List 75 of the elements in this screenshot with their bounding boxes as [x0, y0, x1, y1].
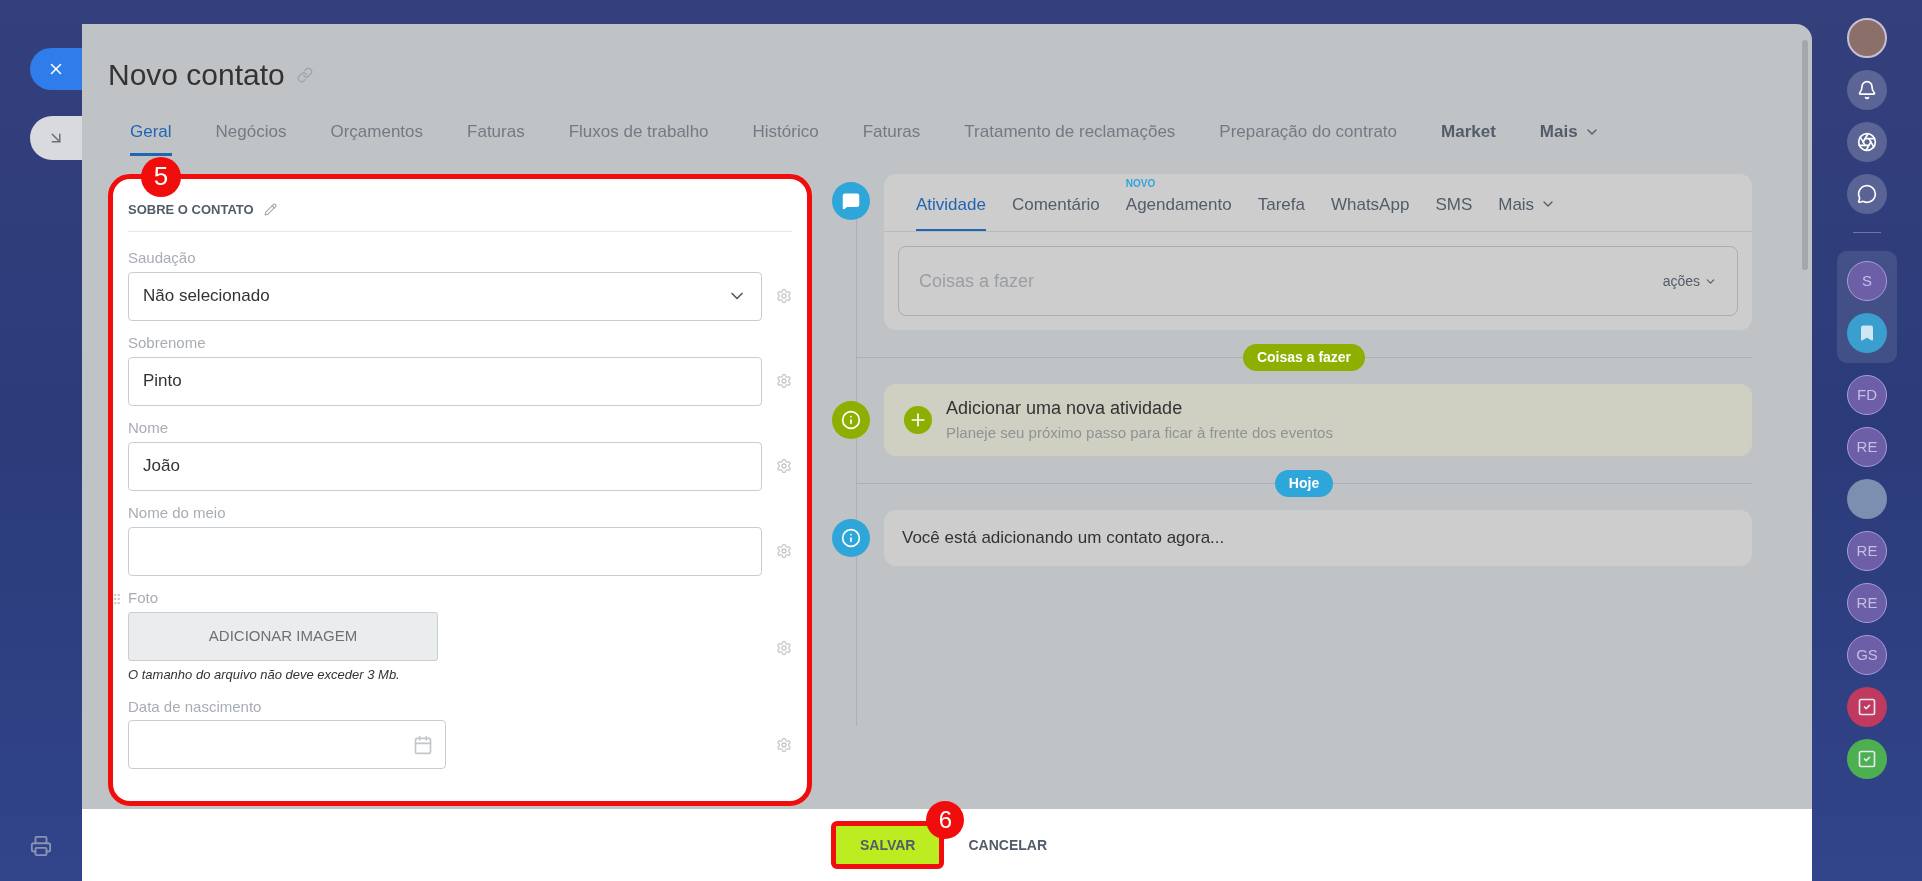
- contact-avatar[interactable]: RE: [1847, 531, 1887, 571]
- date-field[interactable]: [128, 720, 446, 769]
- tab[interactable]: Preparação do contrato: [1219, 119, 1398, 156]
- checkbox-icon: [1857, 749, 1877, 769]
- tab[interactable]: Faturas: [862, 119, 921, 156]
- section-title: SOBRE O CONTATO: [128, 200, 254, 219]
- tab[interactable]: Mais: [1539, 119, 1600, 156]
- activity-tab[interactable]: Atividade: [916, 191, 986, 231]
- chat-button[interactable]: [1847, 174, 1887, 214]
- input-field[interactable]: [128, 526, 762, 576]
- input-field[interactable]: Pinto: [128, 356, 762, 406]
- tab[interactable]: Histórico: [752, 119, 819, 156]
- contact-avatar[interactable]: [1847, 479, 1887, 519]
- activity-tab[interactable]: WhatsApp: [1330, 191, 1410, 231]
- chat-icon: [1857, 184, 1877, 204]
- new-label: NOVO: [1125, 176, 1156, 191]
- contact-avatar[interactable]: GS: [1847, 635, 1887, 675]
- comment-icon: [832, 181, 870, 220]
- bookmark-icon: [1858, 324, 1876, 342]
- settings-icon[interactable]: [776, 288, 792, 304]
- field-label: Saudação: [128, 248, 196, 269]
- tab[interactable]: Negócios: [215, 119, 287, 156]
- close-button[interactable]: [30, 48, 82, 90]
- assistant-button[interactable]: [1847, 122, 1887, 162]
- input-field[interactable]: João: [128, 441, 762, 491]
- field-label: Sobrenome: [128, 333, 206, 354]
- contact-avatar[interactable]: RE: [1847, 427, 1887, 467]
- activity-tab[interactable]: Tarefa: [1257, 191, 1305, 231]
- tab[interactable]: Faturas: [467, 119, 525, 156]
- bell-icon: [1857, 80, 1877, 100]
- select-field[interactable]: Não selecionado: [128, 271, 762, 321]
- settings-icon[interactable]: [776, 543, 792, 559]
- notifications-button[interactable]: [1847, 70, 1887, 110]
- swirl-icon: [1857, 132, 1877, 152]
- add-activity-card[interactable]: Adicionar uma nova atividade Planeje seu próximo passo para ficar à frente dos eventos: [884, 384, 1752, 456]
- tab[interactable]: Fluxos de trabalho: [568, 119, 709, 156]
- field-label: Nome do meio: [128, 503, 226, 524]
- checkbox-icon: [1857, 697, 1877, 717]
- settings-icon[interactable]: [776, 373, 792, 389]
- add-image-button[interactable]: ADICIONAR IMAGEM: [128, 611, 438, 661]
- contact-avatar[interactable]: S: [1847, 261, 1887, 301]
- minimize-button[interactable]: [30, 116, 82, 160]
- contact-avatar[interactable]: RE: [1847, 583, 1887, 623]
- timeline-label: Hoje: [1274, 469, 1334, 497]
- tab[interactable]: Market: [1441, 119, 1496, 156]
- card-subtitle: Planeje seu próximo passo para ficar à frente dos eventos: [946, 423, 1333, 444]
- settings-icon[interactable]: [776, 639, 792, 656]
- activity-tab[interactable]: Comentário: [1011, 191, 1100, 231]
- card-title: Adicionar uma nova atividade: [946, 397, 1184, 421]
- settings-icon[interactable]: [776, 458, 792, 474]
- file-size-hint: O tamanho do arquivo não deve exceder 3 Mb.: [128, 665, 401, 684]
- step-badge: 5: [141, 156, 181, 197]
- user-avatar[interactable]: [1847, 18, 1887, 58]
- activity-tab[interactable]: SMS: [1435, 191, 1473, 231]
- step-badge: 6: [926, 801, 965, 839]
- calendar-icon: [413, 734, 433, 755]
- task-button[interactable]: [1847, 687, 1887, 727]
- contact-avatar[interactable]: FD: [1847, 375, 1887, 415]
- activity-tab[interactable]: Mais: [1498, 191, 1557, 231]
- tab[interactable]: Geral: [130, 119, 172, 156]
- tab[interactable]: Tratamento de reclamações: [964, 119, 1176, 156]
- task-button[interactable]: [1847, 739, 1887, 779]
- note-text: Você está adicionando um contato agora...: [902, 527, 1225, 550]
- page-title: Novo contato: [108, 57, 285, 93]
- field-label: Data de nascimento: [128, 696, 262, 717]
- bookmark-button[interactable]: [1847, 313, 1887, 353]
- field-label: Foto: [128, 588, 158, 609]
- tab[interactable]: Orçamentos: [330, 119, 424, 156]
- timeline-label: Coisas a fazer: [1242, 343, 1366, 371]
- plus-icon: [904, 406, 932, 434]
- pencil-icon[interactable]: [263, 203, 277, 216]
- field-label: Nome: [128, 418, 168, 439]
- settings-icon[interactable]: [776, 736, 792, 753]
- printer-icon[interactable]: [30, 835, 52, 857]
- actions-dropdown[interactable]: ações: [1662, 270, 1717, 292]
